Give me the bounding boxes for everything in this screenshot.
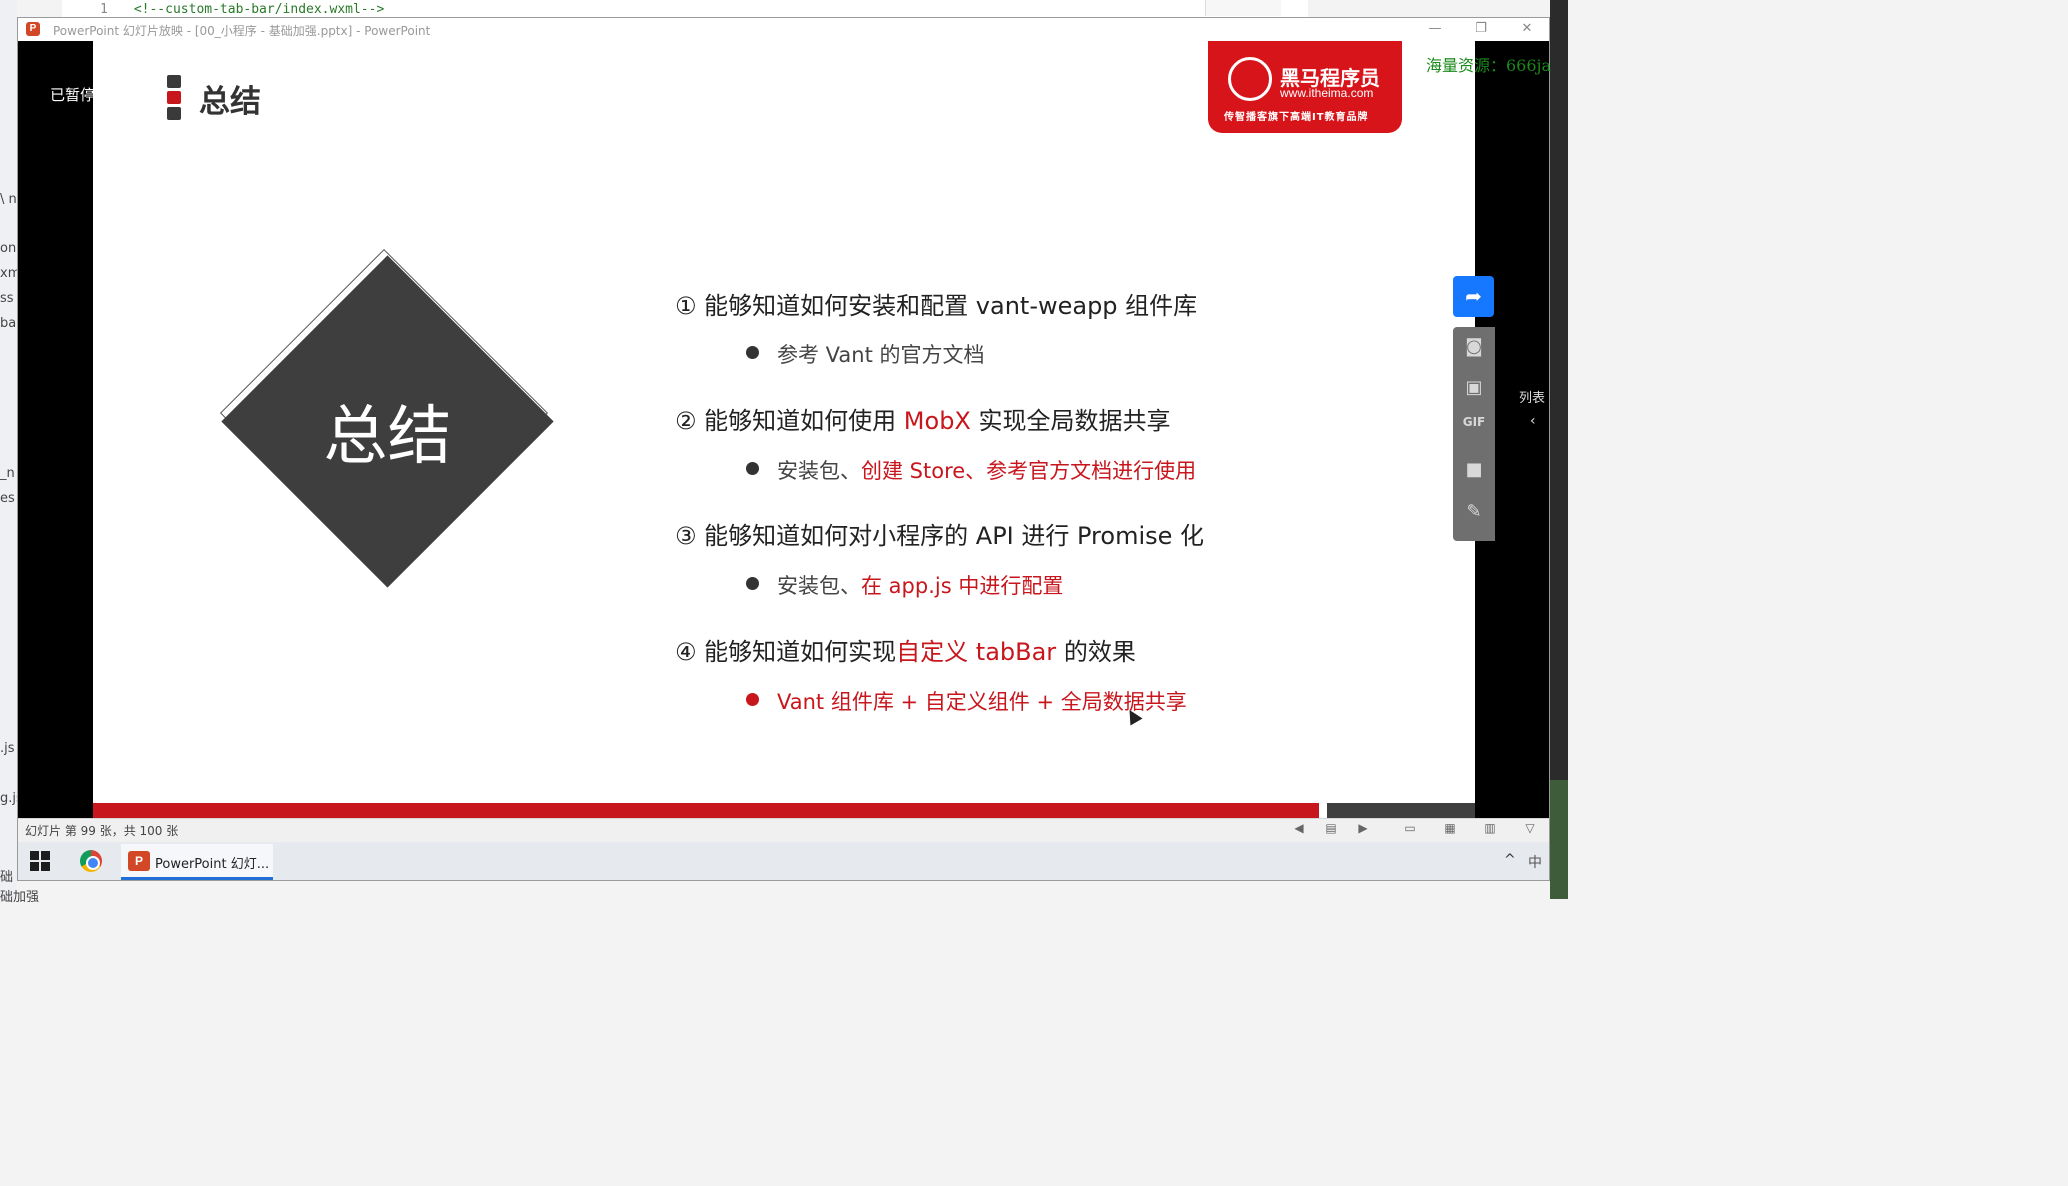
- file-fragment[interactable]: _n: [0, 466, 15, 481]
- diamond-text: 总结: [323, 400, 452, 474]
- ime-indicator[interactable]: 中: [1528, 852, 1542, 872]
- image-icon[interactable]: ▣: [1461, 375, 1487, 401]
- summary-point-1: ① 能够知道如何安装和配置 vant-weapp 组件库: [675, 286, 1197, 321]
- code-minimap: [1205, 0, 1281, 16]
- watermark-text: 海量资源：666ja: [1426, 56, 1552, 75]
- file-fragment[interactable]: on: [0, 241, 16, 256]
- slide-title: 总结: [199, 84, 261, 120]
- slide-sorter-icon[interactable]: ▦: [1441, 821, 1459, 837]
- file-fragment[interactable]: es: [0, 491, 15, 506]
- bullet-dot: [746, 462, 759, 475]
- share-icon[interactable]: ➦: [1453, 276, 1494, 317]
- close-button[interactable]: ✕: [1505, 19, 1549, 39]
- summary-point-3: ③ 能够知道如何对小程序的 API 进行 Promise 化: [675, 516, 1204, 551]
- chevron-left-icon[interactable]: ‹: [1530, 413, 1536, 429]
- powerpoint-icon: P: [128, 851, 150, 871]
- point-text: 能够知道如何对小程序的 API 进行 Promise 化: [704, 522, 1205, 550]
- summary-point-2: ② 能够知道如何使用 MobX 实现全局数据共享: [675, 401, 1171, 436]
- point-number: ③: [675, 522, 697, 550]
- point-highlight: 自定义 tabBar: [896, 638, 1057, 666]
- file-explorer-panel: [0, 0, 17, 899]
- subpoint-highlight: 在 app.js 中进行配置: [861, 574, 1064, 598]
- slide-menu-icon[interactable]: ▤: [1322, 821, 1340, 837]
- logo-url: www.itheima.com: [1280, 86, 1374, 100]
- desktop-wallpaper: [1550, 780, 1568, 899]
- active-indicator: [121, 877, 273, 880]
- point-text: 的效果: [1056, 638, 1136, 666]
- bullet-dot: [746, 693, 759, 706]
- subpoint-text: 参考 Vant 的官方文档: [777, 343, 985, 367]
- horse-logo-icon: [1228, 57, 1272, 101]
- windows-start-icon[interactable]: [30, 851, 50, 871]
- minimize-button[interactable]: —: [1413, 19, 1457, 39]
- taskbar-powerpoint-label: PowerPoint 幻灯...: [155, 857, 270, 872]
- status-bar: [18, 818, 1549, 842]
- point-text: 能够知道如何安装和配置 vant-weapp 组件库: [704, 292, 1198, 320]
- slide-count: 幻灯片 第 99 张，共 100 张: [25, 824, 179, 838]
- slide-footer-red-bar: [93, 803, 1319, 818]
- previous-slide-icon[interactable]: ◀: [1290, 821, 1308, 837]
- normal-view-icon[interactable]: ▭: [1401, 821, 1419, 837]
- reading-view-icon[interactable]: ▥: [1481, 821, 1499, 837]
- tray-chevron-up-icon[interactable]: ^: [1504, 852, 1516, 868]
- bullet-dot: [746, 577, 759, 590]
- logo-slogan: 传智播客旗下高端IT教育品牌: [1224, 112, 1369, 123]
- pen-icon[interactable]: ✎: [1461, 499, 1487, 525]
- point-text: 实现全局数据共享: [970, 407, 1171, 435]
- powerpoint-app-icon: P: [26, 22, 40, 36]
- slideshow-view-icon[interactable]: ▽: [1521, 821, 1539, 837]
- title-marker-middle: [167, 91, 181, 104]
- bullet-dot: [746, 346, 759, 359]
- background-right-panel: [1550, 0, 1568, 899]
- slide-footer-dark-bar: [1327, 803, 1475, 818]
- point-text: 能够知道如何使用: [704, 407, 904, 435]
- code-line: 1 <!--custom-tab-bar/index.wxml-->: [100, 2, 385, 17]
- subpoint-text: 安装包、: [777, 459, 861, 483]
- file-fragment[interactable]: 础加强: [0, 886, 39, 905]
- chrome-icon-center: [86, 856, 100, 870]
- camera-icon[interactable]: ◙: [1461, 334, 1487, 360]
- subpoint-highlight: Vant 组件库 + 自定义组件 + 全局数据共享: [777, 690, 1187, 714]
- point-number: ①: [675, 292, 697, 320]
- paused-label: 已暂停: [50, 86, 96, 104]
- title-marker-bottom: [167, 107, 181, 120]
- file-fragment[interactable]: ss: [0, 291, 14, 306]
- point-text: 能够知道如何实现: [704, 638, 897, 666]
- file-fragment[interactable]: \ n: [0, 192, 17, 207]
- next-slide-icon[interactable]: ▶: [1354, 821, 1372, 837]
- subpoint-highlight: 创建 Store、参考官方文档进行使用: [861, 459, 1197, 483]
- window-title: PowerPoint 幻灯片放映 - [00_小程序 - 基础加强.pptx] …: [53, 24, 431, 38]
- subpoint-text: 安装包、: [777, 574, 861, 598]
- file-fragment[interactable]: .js: [0, 741, 15, 756]
- summary-point-4: ④ 能够知道如何实现自定义 tabBar 的效果: [675, 632, 1136, 667]
- summary-subpoint-3: 安装包、在 app.js 中进行配置: [777, 570, 1063, 600]
- summary-subpoint-2: 安装包、创建 Store、参考官方文档进行使用: [777, 455, 1196, 485]
- gif-icon[interactable]: GIF: [1461, 415, 1487, 441]
- restore-button[interactable]: ❐: [1459, 19, 1503, 39]
- summary-subpoint-1: 参考 Vant 的官方文档: [777, 339, 985, 369]
- list-label[interactable]: 列表: [1519, 387, 1545, 406]
- point-number: ②: [675, 407, 697, 435]
- point-number: ④: [675, 638, 697, 666]
- point-highlight: MobX: [903, 407, 971, 435]
- video-icon[interactable]: ■: [1461, 457, 1487, 483]
- file-fragment[interactable]: 础: [0, 866, 13, 885]
- title-marker-top: [167, 75, 181, 88]
